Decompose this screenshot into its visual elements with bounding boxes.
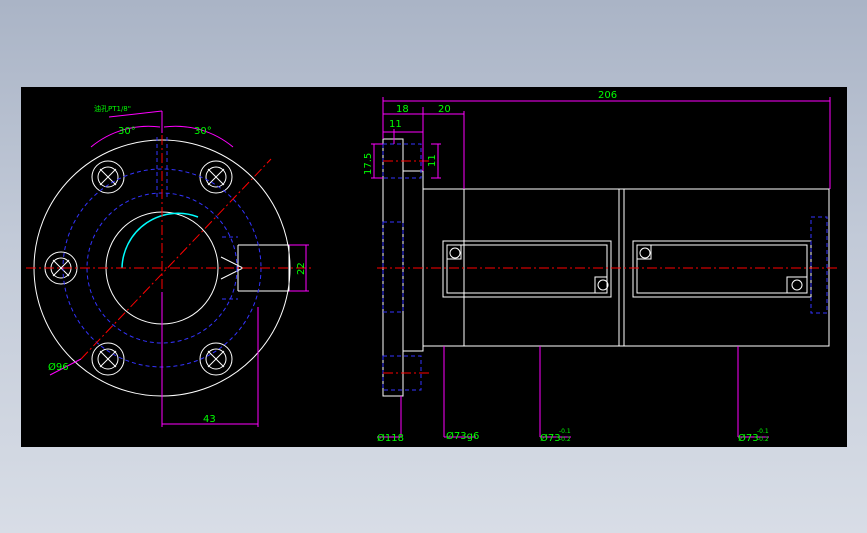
side-centerlines — [377, 160, 839, 374]
spigot-length-label: 20 — [438, 104, 451, 115]
side-hidden-lines — [382, 143, 828, 391]
front-dimensions — [49, 110, 309, 427]
bolt-hole — [199, 342, 233, 376]
spigot-profile — [402, 170, 424, 352]
flange-width-label: 18 — [396, 104, 409, 115]
window-slot-2 — [632, 240, 812, 298]
tolerance-lower-1: -0.2 — [559, 436, 571, 443]
side-dimensions — [371, 97, 831, 438]
counterbore-dia-label: 11 — [427, 154, 438, 167]
offset-label: 43 — [203, 414, 216, 425]
spigot-dia-label: Ø73g6 — [446, 430, 479, 442]
cad-drawing: 油孔PT1/8" 30° 30° Ø96 43 22 206 18 20 11 … — [26, 90, 839, 444]
port-width-label: 22 — [296, 262, 307, 275]
bolt-circle-label: Ø96 — [48, 361, 69, 373]
tolerance-upper-2: -0.1 — [757, 428, 769, 435]
tolerance-upper-1: -0.1 — [559, 428, 571, 435]
drawing-canvas[interactable]: 油孔PT1/8" 30° 30° Ø96 43 22 206 18 20 11 … — [21, 87, 847, 447]
body-dia-1-label: Ø73 — [540, 432, 561, 444]
counterbore-depth-label: 11 — [389, 119, 402, 130]
body-dia-2-label: Ø73 — [738, 432, 759, 444]
bolt-hole — [199, 160, 233, 194]
flange-dia-label: Ø118 — [377, 432, 404, 444]
bolt-offset-label: 17.5 — [363, 153, 374, 175]
oil-hole-note: 油孔PT1/8" — [94, 104, 131, 113]
window-slot-1 — [442, 240, 612, 298]
bore-highlight — [121, 212, 199, 269]
angle-left-label: 30° — [118, 126, 136, 137]
bolt-hole — [91, 160, 125, 194]
tolerance-lower-2: -0.2 — [757, 436, 769, 443]
front-centerlines — [26, 117, 311, 427]
overall-length-label: 206 — [598, 90, 617, 101]
angle-right-label: 30° — [194, 126, 212, 137]
bolt-hole — [91, 342, 125, 376]
